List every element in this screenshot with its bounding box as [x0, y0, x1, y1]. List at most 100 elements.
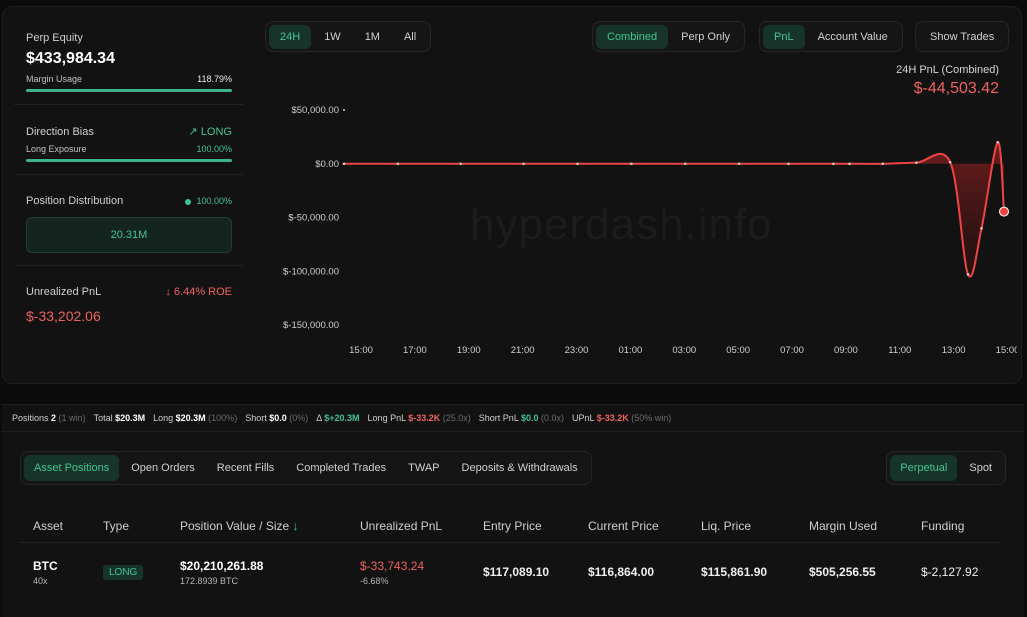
timeframe-1m[interactable]: 1M [354, 25, 391, 49]
direction-bias-label: Direction Bias [26, 125, 94, 138]
last-data-point[interactable] [999, 206, 1009, 217]
direction-bias-section: Direction Bias ↗ LONG Long Exposure 100.… [14, 105, 244, 175]
data-point [459, 162, 463, 166]
unrealized-pnl-label: Unrealized PnL [26, 286, 102, 298]
roe-value: 6.44% ROE [173, 286, 232, 298]
stat-item: Δ $+20.3M [316, 413, 359, 423]
stat-extra: (50% win) [628, 413, 672, 423]
tab-open-orders[interactable]: Open Orders [121, 455, 205, 481]
unrealized-pnl-row: Unrealized PnL ↓ 6.44% ROE [26, 286, 232, 298]
col-entry-price[interactable]: Entry Price [470, 510, 575, 543]
stat-extra: (100%) [205, 413, 238, 423]
mode-combined[interactable]: Combined [596, 24, 669, 49]
long-exposure-bar [26, 159, 232, 162]
position-distribution-label: Position Distribution [26, 195, 124, 207]
x-tick-label: 13:00 [942, 345, 966, 356]
cell-unrealized-pnl: $-33,743.24 -6.68% [347, 542, 470, 602]
col-asset[interactable]: Asset [20, 510, 90, 543]
stat-value: $0.0 [521, 413, 539, 423]
tab-perpetual[interactable]: Perpetual [890, 455, 958, 481]
sort-arrow-down-icon: ↓ [292, 518, 299, 533]
position-value: $20,210,261.88 [180, 558, 264, 573]
col-funding[interactable]: Funding [908, 510, 1000, 543]
margin-usage-value: 118.79% [197, 74, 232, 84]
position-distribution-section: Position Distribution 100.00% 20.31M [14, 175, 244, 266]
metric-account-value[interactable]: Account Value [807, 25, 899, 49]
timeframe-toggle: 24H 1W 1M All [265, 21, 432, 52]
tab-completed-trades[interactable]: Completed Trades [286, 455, 396, 481]
data-point [396, 162, 400, 166]
stat-item: Positions 2 (1 win) [12, 413, 86, 423]
margin-usage-bar [26, 89, 232, 92]
upnl-pct: -6.68% [360, 575, 389, 586]
table-row[interactable]: BTC 40x LONG $20,210,261.88 172.8939 BTC… [20, 542, 1000, 602]
stat-item: Long PnL $-33.2K (25.0x) [368, 413, 471, 423]
metric-pnl[interactable]: PnL [763, 24, 805, 49]
x-tick-label: 15:00 [996, 345, 1017, 356]
x-tick-label: 01:00 [618, 345, 642, 356]
trending-up-icon: ↗ [188, 126, 198, 138]
stat-extra: (1 win) [56, 413, 86, 423]
col-liq-price[interactable]: Liq. Price [688, 510, 796, 543]
metric-toggle: PnL Account Value [759, 21, 903, 52]
asset-symbol[interactable]: BTC [33, 559, 90, 573]
long-exposure-fill [26, 159, 232, 162]
tab-spot[interactable]: Spot [959, 455, 1002, 481]
unrealized-pnl-value: $-33,202.06 [26, 308, 101, 324]
x-tick-label: 15:00 [349, 345, 373, 356]
positions-tabs: Asset Positions Open Orders Recent Fills Co… [20, 451, 592, 485]
positions-stats-bar: Positions 2 (1 win) Total $20.3M Long $20.… [2, 404, 1024, 432]
margin-usage-label: Margin Usage [26, 74, 83, 84]
data-point [630, 162, 633, 166]
data-point [737, 162, 741, 166]
tab-twap[interactable]: TWAP [398, 455, 449, 481]
tab-recent-fills[interactable]: Recent Fills [207, 455, 284, 481]
timeframe-1w[interactable]: 1W [313, 25, 352, 49]
data-point [996, 140, 1000, 144]
stat-label: Positions [12, 413, 52, 423]
col-position-value[interactable]: Position Value / Size ↓ [167, 510, 347, 543]
funding: $-2,127.92 [921, 565, 979, 580]
timeframe-24h[interactable]: 24H [269, 24, 312, 49]
stat-label: Total [93, 413, 116, 423]
stat-extra: (0%) [286, 413, 309, 423]
current-price: $116,864.00 [588, 565, 655, 580]
stat-label: Long PnL [367, 413, 409, 423]
type-badge: LONG [103, 565, 144, 581]
summary-column: Perp Equity $433,984.34 Margin Usage 118… [14, 14, 244, 336]
direction-bias-row: Direction Bias ↗ LONG [26, 125, 232, 139]
col-type[interactable]: Type [90, 510, 167, 543]
stat-item: UPnL $-33.2K (50% win) [572, 413, 671, 423]
distribution-box[interactable]: 20.31M [26, 217, 232, 253]
direction-bias-value: LONG [200, 126, 232, 138]
mode-perp-only[interactable]: Perp Only [670, 25, 741, 49]
perp-equity-label: Perp Equity [26, 32, 83, 44]
liq-price: $115,861.90 [701, 565, 768, 580]
col-unrealized-pnl[interactable]: Unrealized PnL [347, 510, 470, 543]
perp-equity-section: Perp Equity $433,984.34 Margin Usage 118… [14, 14, 244, 105]
position-size: 172.8939 BTC [180, 575, 239, 586]
positions-table: Asset Type Position Value / Size ↓ Unrea… [20, 510, 1000, 602]
pnl-period-label: 24H PnL (Combined) [896, 64, 999, 76]
col-current-price[interactable]: Current Price [575, 510, 688, 543]
stat-value: $-33.2K [408, 413, 441, 423]
mode-toggle: Combined Perp Only [592, 21, 746, 52]
pnl-chart[interactable]: $50,000.00 $0.00 $-50,000.00 $-100,000.00 $-… [262, 95, 1017, 360]
position-distribution-pct: 100.00% [185, 196, 232, 206]
timeframe-all[interactable]: All [393, 25, 427, 49]
x-tick-label: 09:00 [834, 345, 858, 356]
tab-deposits-withdrawals[interactable]: Deposits & Withdrawals [452, 455, 588, 481]
col-margin-used[interactable]: Margin Used [796, 510, 908, 543]
margin-usage-fill [26, 89, 232, 92]
data-point [832, 162, 835, 166]
long-exposure-value: 100.00% [196, 144, 232, 154]
show-trades-button[interactable]: Show Trades [919, 25, 1005, 49]
data-point [683, 162, 687, 166]
data-point [966, 273, 970, 276]
show-trades-toggle: Show Trades [915, 21, 1010, 52]
stat-value: $-33.2K [596, 413, 629, 423]
tab-asset-positions[interactable]: Asset Positions [24, 455, 120, 481]
stat-extra: (0.0x) [538, 413, 565, 423]
x-tick-label: 17:00 [403, 345, 427, 356]
stat-item: Short $0.0 (0%) [245, 413, 308, 423]
